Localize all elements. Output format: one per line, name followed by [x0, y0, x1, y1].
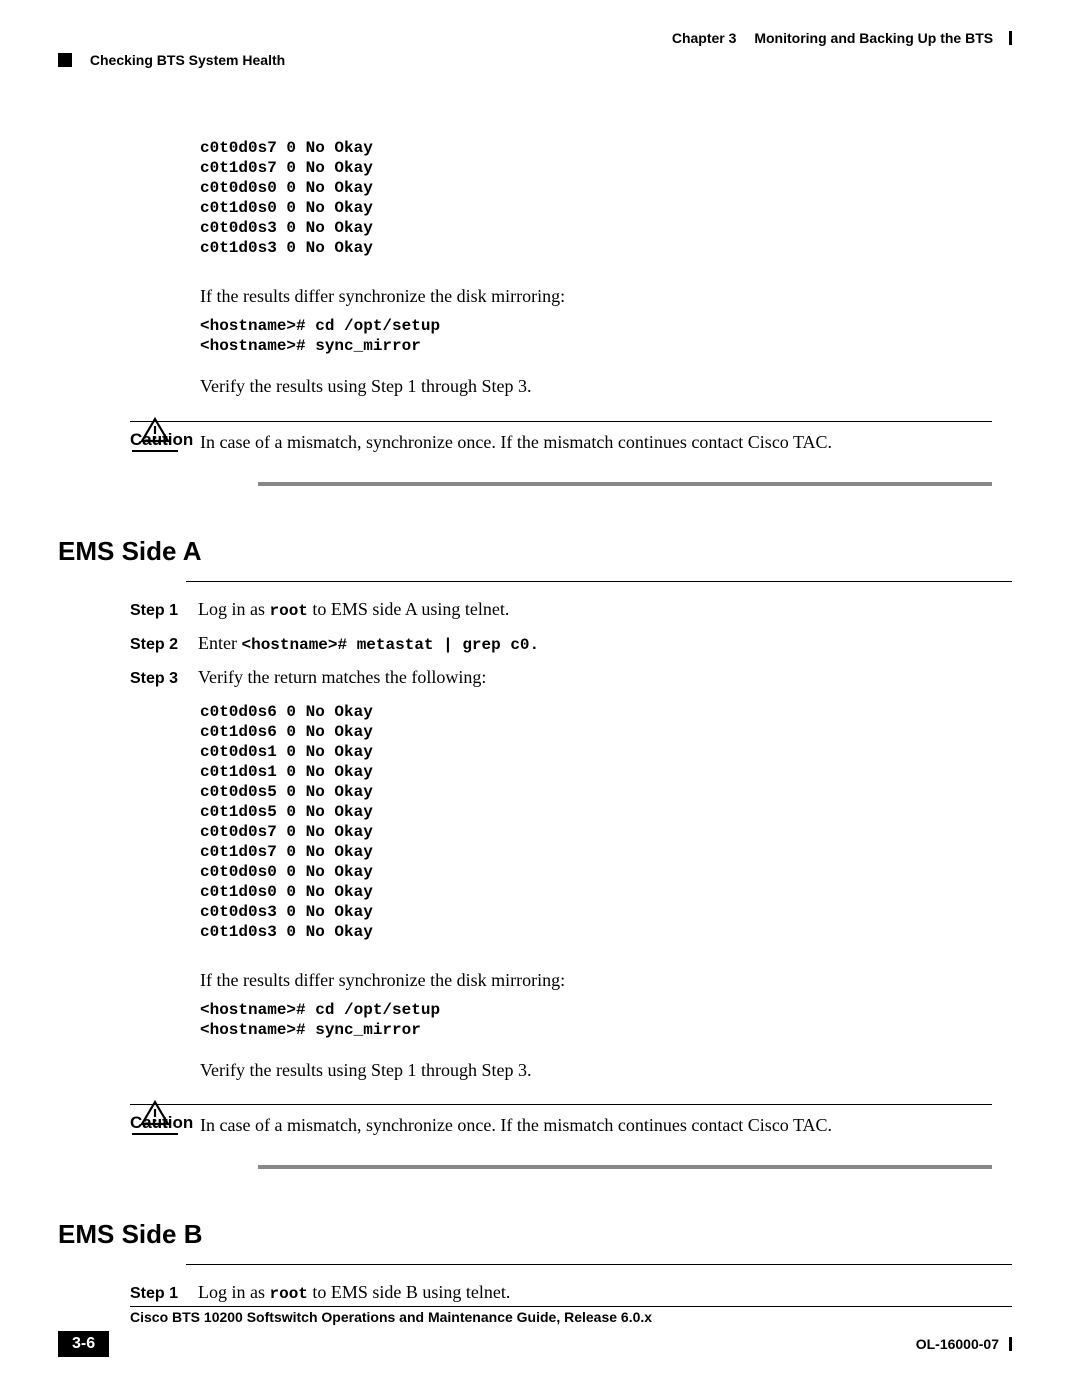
footer-guide-title: Cisco BTS 10200 Softswitch Operations an… — [130, 1309, 1012, 1325]
step-a3: Step 3 Verify the return matches the fol… — [130, 664, 1012, 692]
step-a3-body: Verify the return matches the following: — [198, 664, 1012, 692]
caution-icon-2 — [130, 1100, 180, 1135]
step-a1: Step 1 Log in as root to EMS side A usin… — [130, 596, 1012, 624]
sync-commands-a: <hostname># cd /opt/setup <hostname># sy… — [200, 1000, 992, 1040]
differ-text-a: If the results differ synchronize the di… — [200, 968, 992, 992]
header-breadcrumb: Checking BTS System Health — [58, 52, 285, 68]
caution-text-1: In case of a mismatch, synchronize once.… — [200, 430, 992, 454]
heading-ems-side-a: EMS Side A — [58, 536, 1012, 567]
step-a3-label: Step 3 — [130, 670, 198, 688]
step-a2-label: Step 2 — [130, 636, 198, 654]
header-chapter: Chapter 3 Monitoring and Backing Up the … — [672, 30, 1012, 46]
sync-commands-1: <hostname># cd /opt/setup <hostname># sy… — [200, 316, 992, 356]
caution-end-rule — [258, 482, 992, 486]
page-header: Chapter 3 Monitoring and Backing Up the … — [58, 30, 1012, 80]
footer-vertical-bar — [1009, 1337, 1012, 1351]
step-b1-body: Log in as root to EMS side B using telne… — [198, 1279, 1012, 1307]
caution-block-2: Caution In case of a mismatch, synchroni… — [130, 1104, 992, 1169]
chapter-number: Chapter 3 — [672, 30, 737, 46]
chapter-title: Monitoring and Backing Up the BTS — [754, 30, 993, 46]
caution-block-1: Caution In case of a mismatch, synchroni… — [130, 421, 992, 486]
step-a1-label: Step 1 — [130, 602, 198, 620]
section-breadcrumb: Checking BTS System Health — [90, 52, 285, 68]
step-a2: Step 2 Enter <hostname># metastat | grep… — [130, 630, 1012, 658]
step-b1-label: Step 1 — [130, 1285, 198, 1303]
differ-text-1: If the results differ synchronize the di… — [200, 284, 992, 308]
section-a-outputs: c0t0d0s6 0 No Okay c0t1d0s6 0 No Okay c0… — [200, 702, 992, 1083]
page-footer: Cisco BTS 10200 Softswitch Operations an… — [58, 1306, 1012, 1357]
disk-output-1: c0t0d0s7 0 No Okay c0t1d0s7 0 No Okay c0… — [200, 138, 992, 258]
heading-ems-side-b: EMS Side B — [58, 1219, 1012, 1250]
disk-output-a: c0t0d0s6 0 No Okay c0t1d0s6 0 No Okay c0… — [200, 702, 992, 942]
section-a-rule — [186, 581, 1012, 582]
verify-text-1: Verify the results using Step 1 through … — [200, 374, 992, 398]
footer-doc-id: OL-16000-07 — [916, 1336, 1012, 1352]
caution-end-rule-2 — [258, 1165, 992, 1169]
header-vertical-bar — [1009, 31, 1012, 45]
header-square-icon — [58, 53, 72, 67]
caution-icon — [130, 417, 180, 452]
step-b1: Step 1 Log in as root to EMS side B usin… — [130, 1279, 1012, 1307]
step-a2-body: Enter <hostname># metastat | grep c0. — [198, 630, 1012, 658]
section-b-rule — [186, 1264, 1012, 1265]
step-a1-body: Log in as root to EMS side A using telne… — [198, 596, 1012, 624]
verify-text-a: Verify the results using Step 1 through … — [200, 1058, 992, 1082]
output-block-initial: c0t0d0s7 0 No Okay c0t1d0s7 0 No Okay c0… — [200, 138, 992, 399]
footer-page-number: 3-6 — [58, 1331, 109, 1357]
caution-text-2: In case of a mismatch, synchronize once.… — [200, 1113, 992, 1137]
